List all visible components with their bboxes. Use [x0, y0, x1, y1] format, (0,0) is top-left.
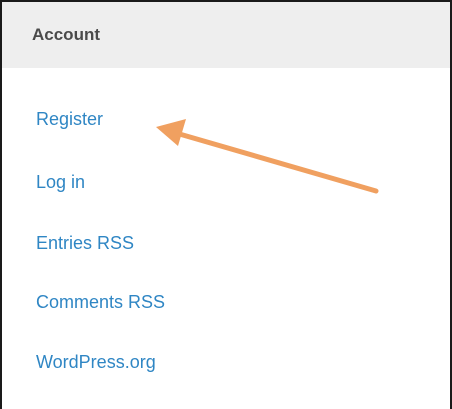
wordpress-org-link[interactable]: WordPress.org: [36, 352, 156, 373]
entries-rss-link[interactable]: Entries RSS: [36, 233, 134, 254]
widget-header: Account: [2, 2, 450, 68]
comments-rss-link[interactable]: Comments RSS: [36, 292, 165, 313]
log-in-link[interactable]: Log in: [36, 172, 85, 193]
widget-title: Account: [32, 25, 100, 44]
account-widget: Account Register Log in Entries RSS Comm…: [0, 0, 452, 409]
register-link[interactable]: Register: [36, 109, 103, 130]
